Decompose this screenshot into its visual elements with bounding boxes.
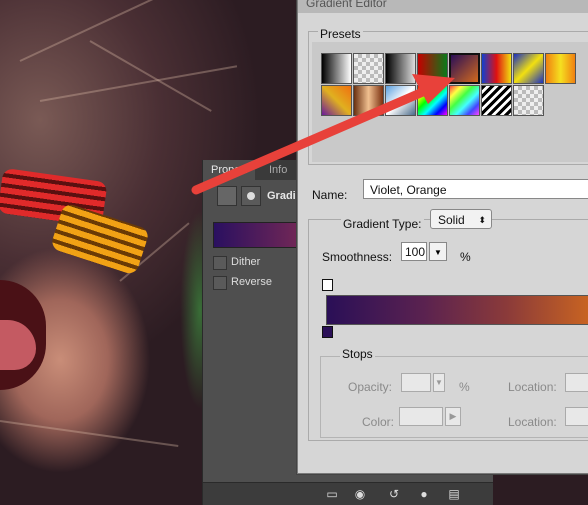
annotation-arrow-shaft <box>191 83 437 195</box>
annotation-arrow <box>191 74 455 195</box>
